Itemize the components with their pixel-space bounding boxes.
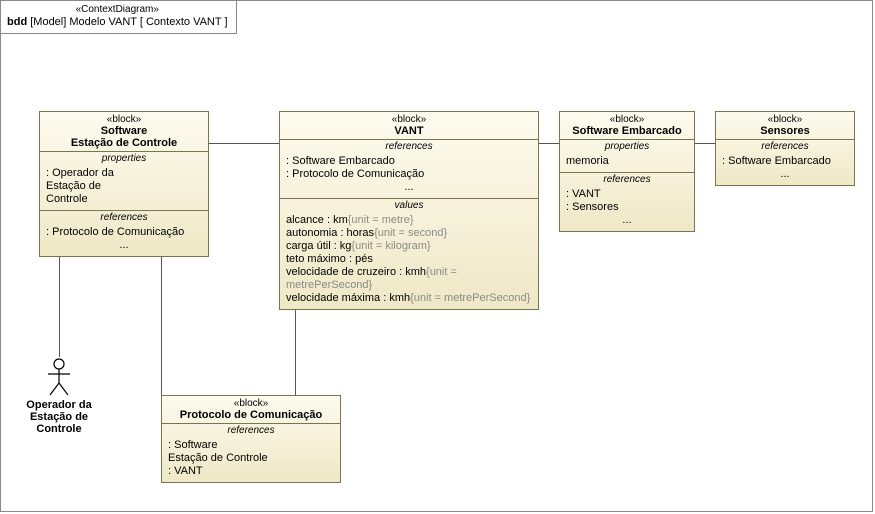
reference-entry: : VANT (566, 188, 688, 201)
actor-name-line: Estação de (19, 411, 99, 423)
assoc-software-protocolo-v (161, 249, 162, 411)
references-entries: : Software Embarcado ... (716, 153, 854, 185)
assoc-operador-software (59, 249, 60, 357)
reference-entry: : Sensores (566, 201, 688, 214)
diagram-frame: «ContextDiagram» bdd [Model] Modelo VANT… (0, 0, 873, 512)
block-vant[interactable]: «block» VANT references : Software Embar… (279, 111, 539, 310)
value-unit: {unit = metre} (348, 214, 414, 226)
ellipsis: ... (722, 168, 848, 181)
value-entry: alcance : km{unit = metre} (286, 214, 532, 227)
frame-stereotype: «ContextDiagram» (7, 3, 228, 16)
frame-title: bdd [Model] Modelo VANT [ Contexto VANT … (7, 16, 228, 29)
compartment-label-properties: properties (40, 152, 208, 165)
block-name-line1: Software (44, 125, 204, 137)
assoc-vant-softemb (539, 143, 559, 144)
ellipsis: ... (46, 239, 202, 252)
property-entry: Controle (46, 193, 202, 206)
actor-label: Operador da Estação de Controle (19, 399, 99, 435)
reference-entry: : Software (168, 439, 334, 452)
references-entries: : Protocolo de Comunicação ... (40, 224, 208, 256)
value-text: velocidade máxima : kmh (286, 292, 410, 304)
block-header: «block» Protocolo de Comunicação (162, 396, 340, 424)
frame-rest: [Model] Modelo VANT [ Contexto VANT ] (27, 16, 227, 28)
compartment-label-references: references (162, 424, 340, 437)
reference-entry: Estação de Controle (168, 452, 334, 465)
value-text: velocidade de cruzeiro : kmh (286, 266, 426, 278)
reference-entry: : Software Embarcado (286, 155, 532, 168)
references-entries: : Software Embarcado : Protocolo de Comu… (280, 153, 538, 198)
value-unit: {unit = kilogram} (351, 240, 430, 252)
reference-entry: : Protocolo de Comunicação (286, 168, 532, 181)
compartment-label-references: references (560, 173, 694, 186)
compartment-label-references: references (40, 211, 208, 224)
actor-operador[interactable]: Operador da Estação de Controle (19, 357, 99, 435)
reference-entry: : VANT (168, 465, 334, 478)
assoc-softemb-sensores (695, 143, 715, 144)
value-entry: velocidade máxima : kmh{unit = metrePerS… (286, 292, 532, 305)
value-text: carga útil : kg (286, 240, 351, 252)
value-unit: {unit = metrePerSecond} (410, 292, 530, 304)
block-stereotype: «block» (720, 114, 850, 125)
block-header: «block» Software Embarcado (560, 112, 694, 140)
value-entry: velocidade de cruzeiro : kmh{unit = metr… (286, 266, 532, 292)
properties-entries: : Operador da Estação de Controle (40, 165, 208, 210)
block-name: Sensores (720, 125, 850, 137)
block-sensores[interactable]: «block» Sensores references : Software E… (715, 111, 855, 186)
block-software-estacao-controle[interactable]: «block» Software Estação de Controle pro… (39, 111, 209, 257)
value-entry: teto máximo : pés (286, 253, 532, 266)
block-stereotype: «block» (44, 114, 204, 125)
value-text: alcance : km (286, 214, 348, 226)
frame-kind: bdd (7, 16, 27, 28)
reference-entry: : Software Embarcado (722, 155, 848, 168)
block-header: «block» VANT (280, 112, 538, 140)
compartment-label-references: references (716, 140, 854, 153)
property-entry: memoria (566, 155, 688, 168)
value-text: autonomia : horas (286, 227, 374, 239)
ellipsis: ... (286, 181, 532, 194)
block-stereotype: «block» (284, 114, 534, 125)
value-text: teto máximo : pés (286, 253, 373, 265)
actor-name-line: Controle (19, 423, 99, 435)
compartment-label-values: values (280, 199, 538, 212)
value-unit: {unit = second} (374, 227, 447, 239)
property-entry: Estação de (46, 180, 202, 193)
reference-entry: : Protocolo de Comunicação (46, 226, 202, 239)
references-entries: : Software Estação de Controle : VANT (162, 437, 340, 482)
block-stereotype: «block» (166, 398, 336, 409)
value-entry: carga útil : kg{unit = kilogram} (286, 240, 532, 253)
block-header: «block» Sensores (716, 112, 854, 140)
property-entry: : Operador da (46, 167, 202, 180)
references-entries: : VANT : Sensores ... (560, 186, 694, 231)
value-entry: autonomia : horas{unit = second} (286, 227, 532, 240)
block-name: Software Embarcado (564, 125, 690, 137)
frame-title-tab: «ContextDiagram» bdd [Model] Modelo VANT… (1, 1, 237, 34)
assoc-software-vant-h (209, 143, 279, 144)
ellipsis: ... (566, 214, 688, 227)
properties-entries: memoria (560, 153, 694, 172)
block-software-embarcado[interactable]: «block» Software Embarcado properties me… (559, 111, 695, 232)
values-entries: alcance : km{unit = metre} autonomia : h… (280, 212, 538, 309)
actor-icon (44, 357, 74, 397)
actor-name-line: Operador da (19, 399, 99, 411)
block-header: «block» Software Estação de Controle (40, 112, 208, 152)
block-name: Protocolo de Comunicação (166, 409, 336, 421)
block-name: VANT (284, 125, 534, 137)
block-name-line2: Estação de Controle (44, 137, 204, 149)
block-stereotype: «block» (564, 114, 690, 125)
compartment-label-properties: properties (560, 140, 694, 153)
block-protocolo-comunicacao[interactable]: «block» Protocolo de Comunicação referen… (161, 395, 341, 483)
compartment-label-references: references (280, 140, 538, 153)
